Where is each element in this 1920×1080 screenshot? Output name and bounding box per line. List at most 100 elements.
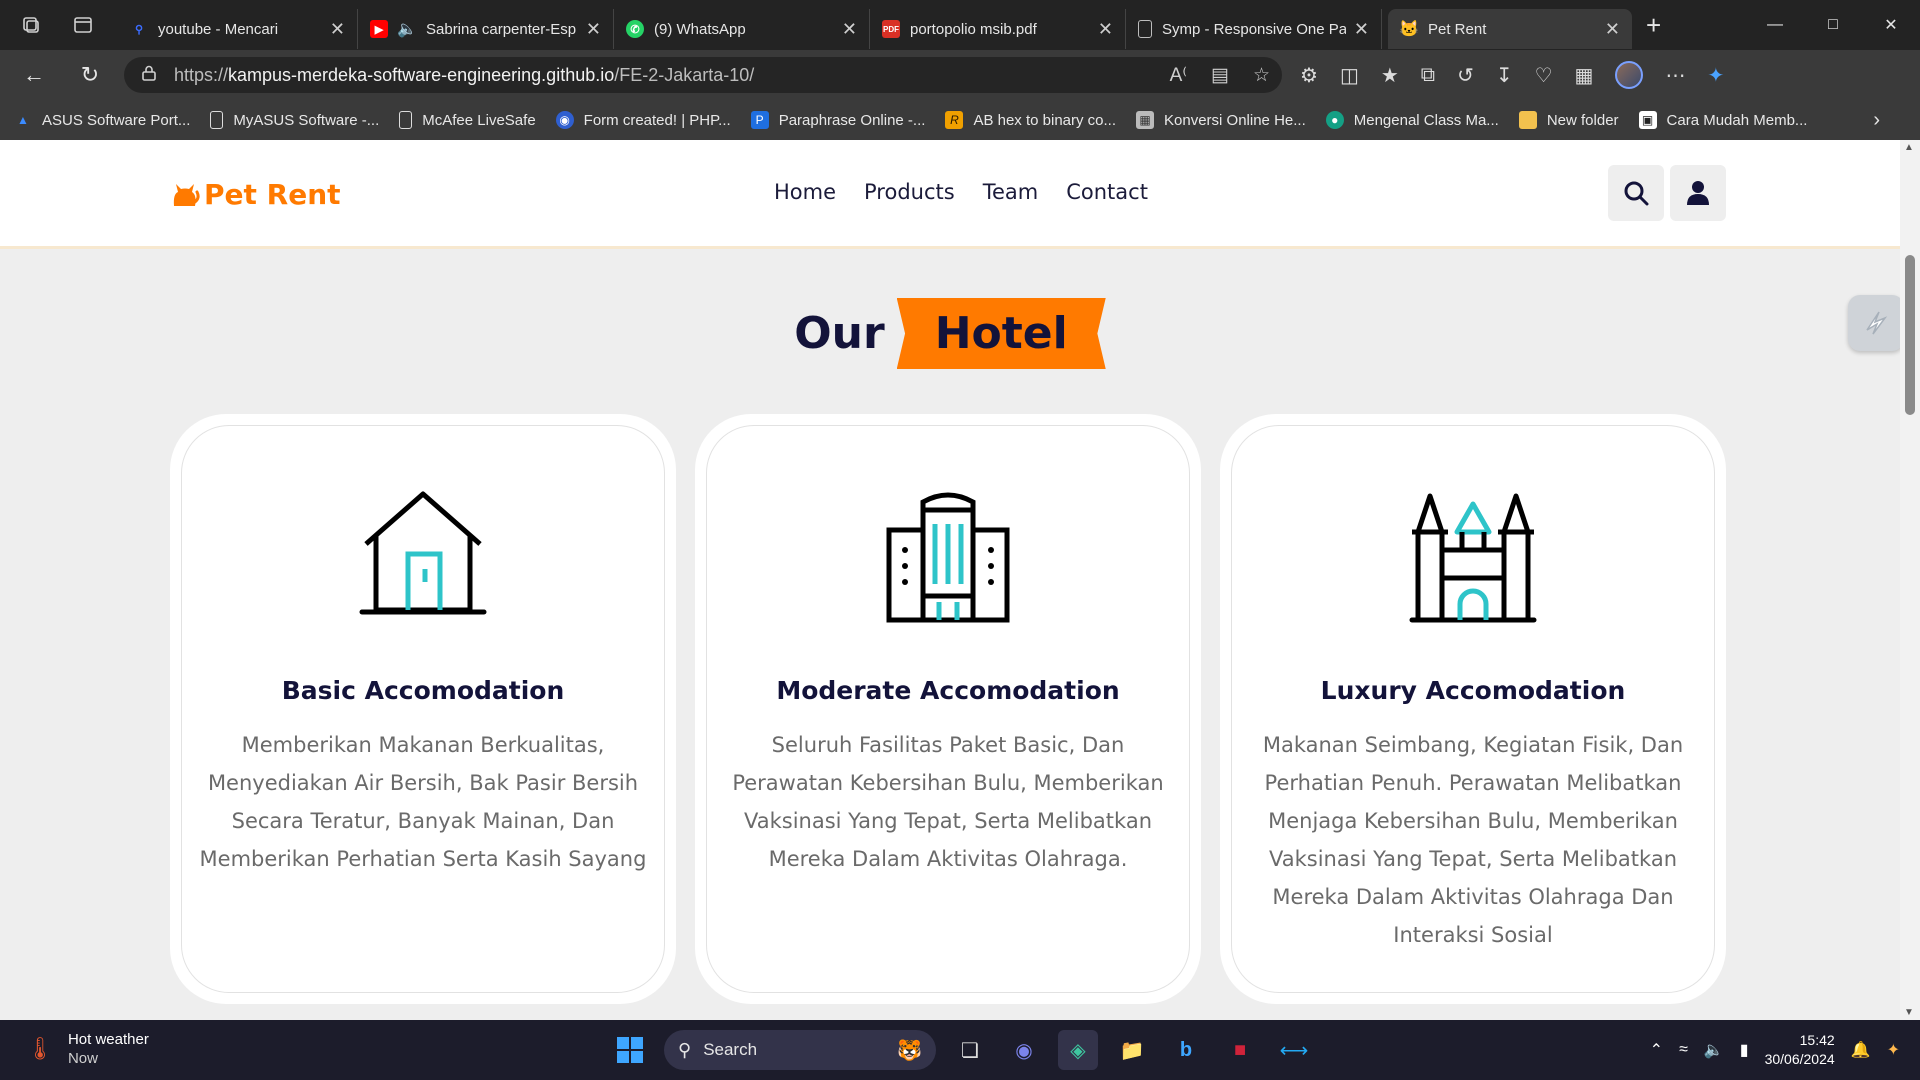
main-nav: Home Products Team Contact <box>774 180 1148 204</box>
maximize-button[interactable]: □ <box>1804 0 1862 50</box>
chevron-right-icon[interactable]: › <box>1873 109 1880 132</box>
lightning-icon <box>1866 311 1888 335</box>
favorite-star-icon[interactable]: ☆ <box>1253 64 1270 87</box>
battery-icon[interactable]: ▮ <box>1740 1040 1749 1060</box>
bookmark-item[interactable]: ▲ ASUS Software Port... <box>14 111 190 129</box>
back-button[interactable]: ← <box>16 57 52 93</box>
url-host: kampus-merdeka-software-engineering.gith… <box>228 64 615 85</box>
card-title: Moderate Accomodation <box>776 676 1120 705</box>
bookmark-item[interactable]: P Paraphrase Online -... <box>750 111 925 129</box>
scroll-down-icon[interactable]: ▼ <box>1904 1007 1914 1018</box>
volume-icon[interactable]: 🔈 <box>1704 1040 1724 1060</box>
bing-icon[interactable]: b <box>1166 1030 1206 1070</box>
reload-button[interactable]: ↻ <box>72 57 108 93</box>
copilot-icon[interactable]: ✦ <box>1707 63 1724 88</box>
clock-date: 30/06/2024 <box>1764 1051 1835 1067</box>
castle-icon <box>1409 493 1537 623</box>
close-icon[interactable]: ✕ <box>330 19 345 40</box>
notification-bell-icon[interactable]: 🔔 <box>1851 1040 1871 1060</box>
nav-products[interactable]: Products <box>864 180 955 204</box>
nav-home[interactable]: Home <box>774 180 836 204</box>
bookmark-item[interactable]: ▦ Konversi Online He... <box>1136 111 1306 129</box>
task-view-icon[interactable]: ❏ <box>950 1030 990 1070</box>
tab-symp[interactable]: Symp - Responsive One Pa ✕ <box>1126 9 1382 49</box>
card-title: Luxury Accomodation <box>1320 676 1626 705</box>
collections-icon[interactable]: ⧉ <box>1421 64 1435 87</box>
new-tab-button[interactable]: + <box>1646 10 1661 41</box>
bookmark-item[interactable]: ◉ Form created! | PHP... <box>555 111 731 129</box>
image-icon: ▣ <box>1638 111 1657 129</box>
section-title: Our Hotel <box>0 298 1900 369</box>
scrollbar-thumb[interactable] <box>1905 255 1915 415</box>
chevron-up-icon[interactable]: ⌃ <box>1650 1040 1663 1060</box>
immersive-reader-icon[interactable]: ▤ <box>1211 64 1229 87</box>
mendeley-icon[interactable]: ■ <box>1220 1030 1260 1070</box>
bookmark-item[interactable]: McAfee LiveSafe <box>399 111 536 129</box>
browser-essentials-icon[interactable]: ♡ <box>1535 63 1553 88</box>
extensions-icon[interactable]: ⚙ <box>1300 63 1318 88</box>
scroll-up-icon[interactable]: ▲ <box>1904 142 1914 153</box>
card-description: Memberikan Makanan Berkualitas, Menyedia… <box>199 733 647 871</box>
weather-widget[interactable]: 🌡 Hot weather Now <box>26 1030 149 1068</box>
bookmark-item[interactable]: ● Mengenal Class Ma... <box>1325 111 1499 129</box>
edge-icon[interactable]: ◈ <box>1058 1030 1098 1070</box>
search-button[interactable] <box>1608 165 1664 221</box>
card-description: Makanan Seimbang, Kegiatan Fisik, Dan Pe… <box>1262 733 1684 947</box>
page-icon <box>1138 20 1152 38</box>
avatar[interactable] <box>1615 61 1644 89</box>
workspaces-icon[interactable] <box>16 10 46 40</box>
wifi-icon[interactable]: ≈ <box>1679 1041 1688 1059</box>
sidebar-icon[interactable]: ▦ <box>1575 63 1594 88</box>
tab-sabrina-carpenter[interactable]: ▶ 🔈 Sabrina carpenter-Esp ✕ <box>358 9 614 49</box>
close-icon[interactable]: ✕ <box>1605 19 1620 40</box>
form-icon: ◉ <box>555 111 574 129</box>
file-explorer-icon[interactable]: 📁 <box>1112 1030 1152 1070</box>
floating-widget-button[interactable] <box>1848 295 1904 351</box>
bookmark-item[interactable]: New folder <box>1518 111 1619 129</box>
close-icon[interactable]: ✕ <box>1098 19 1113 40</box>
folder-icon <box>1518 111 1537 129</box>
site-logo[interactable]: Pet Rent <box>170 178 341 211</box>
bookmark-label: McAfee LiveSafe <box>422 111 536 129</box>
account-button[interactable] <box>1670 165 1726 221</box>
window-controls: — □ ✕ <box>1746 0 1920 50</box>
card-basic-accomodation: Basic Accomodation Memberikan Makanan Be… <box>170 414 676 1004</box>
close-icon[interactable]: ✕ <box>1354 19 1369 40</box>
bookmark-item[interactable]: MyASUS Software -... <box>210 111 379 129</box>
lock-icon[interactable] <box>142 65 156 86</box>
close-window-button[interactable]: ✕ <box>1862 0 1920 50</box>
page-scrollbar[interactable]: ▲ ▼ <box>1900 140 1920 1020</box>
favorites-icon[interactable]: ★ <box>1381 63 1399 88</box>
tab-actions-icon[interactable] <box>68 10 98 40</box>
tab-youtube-search[interactable]: ⚲ youtube - Mencari ✕ <box>118 9 358 49</box>
tab-whatsapp[interactable]: ✆ (9) WhatsApp ✕ <box>614 9 870 49</box>
nav-team[interactable]: Team <box>983 180 1039 204</box>
tab-portopolio-pdf[interactable]: PDF portopolio msib.pdf ✕ <box>870 9 1126 49</box>
speaker-icon[interactable]: 🔈 <box>397 20 417 38</box>
tab-bar: ⚲ youtube - Mencari ✕ ▶ 🔈 Sabrina carpen… <box>0 0 1920 50</box>
read-aloud-icon[interactable]: A⁽ <box>1170 64 1187 87</box>
copilot-icon[interactable]: ✦ <box>1887 1040 1900 1060</box>
nav-contact[interactable]: Contact <box>1066 180 1148 204</box>
start-button[interactable] <box>610 1030 650 1070</box>
bookmark-label: ASUS Software Port... <box>42 111 191 129</box>
close-icon[interactable]: ✕ <box>842 19 857 40</box>
bookmark-item[interactable]: ▣ Cara Mudah Memb... <box>1638 111 1807 129</box>
vscode-icon[interactable]: ⟷ <box>1274 1030 1314 1070</box>
card-moderate-accomodation: Moderate Accomodation Seluruh Fasilitas … <box>695 414 1201 1004</box>
close-icon[interactable]: ✕ <box>586 19 601 40</box>
taskbar-search[interactable]: ⚲ Search 🐯 <box>664 1030 936 1070</box>
split-screen-icon[interactable]: ◫ <box>1340 63 1359 88</box>
clock[interactable]: 15:42 30/06/2024 <box>1765 1031 1835 1069</box>
downloads-icon[interactable]: ↧ <box>1496 63 1513 88</box>
tab-pet-rent[interactable]: 🐱 Pet Rent ✕ <box>1388 9 1632 49</box>
history-icon[interactable]: ↺ <box>1457 63 1474 88</box>
minimize-button[interactable]: — <box>1746 0 1804 50</box>
bookmark-label: MyASUS Software -... <box>233 111 380 129</box>
more-options-icon[interactable]: ⋯ <box>1665 63 1685 88</box>
chat-icon[interactable]: ◉ <box>1004 1030 1044 1070</box>
r-icon: R <box>945 111 964 129</box>
class-icon: ● <box>1325 111 1344 129</box>
bookmark-item[interactable]: R AB hex to binary co... <box>945 111 1116 129</box>
address-bar[interactable]: https://kampus-merdeka-software-engineer… <box>124 57 1282 93</box>
